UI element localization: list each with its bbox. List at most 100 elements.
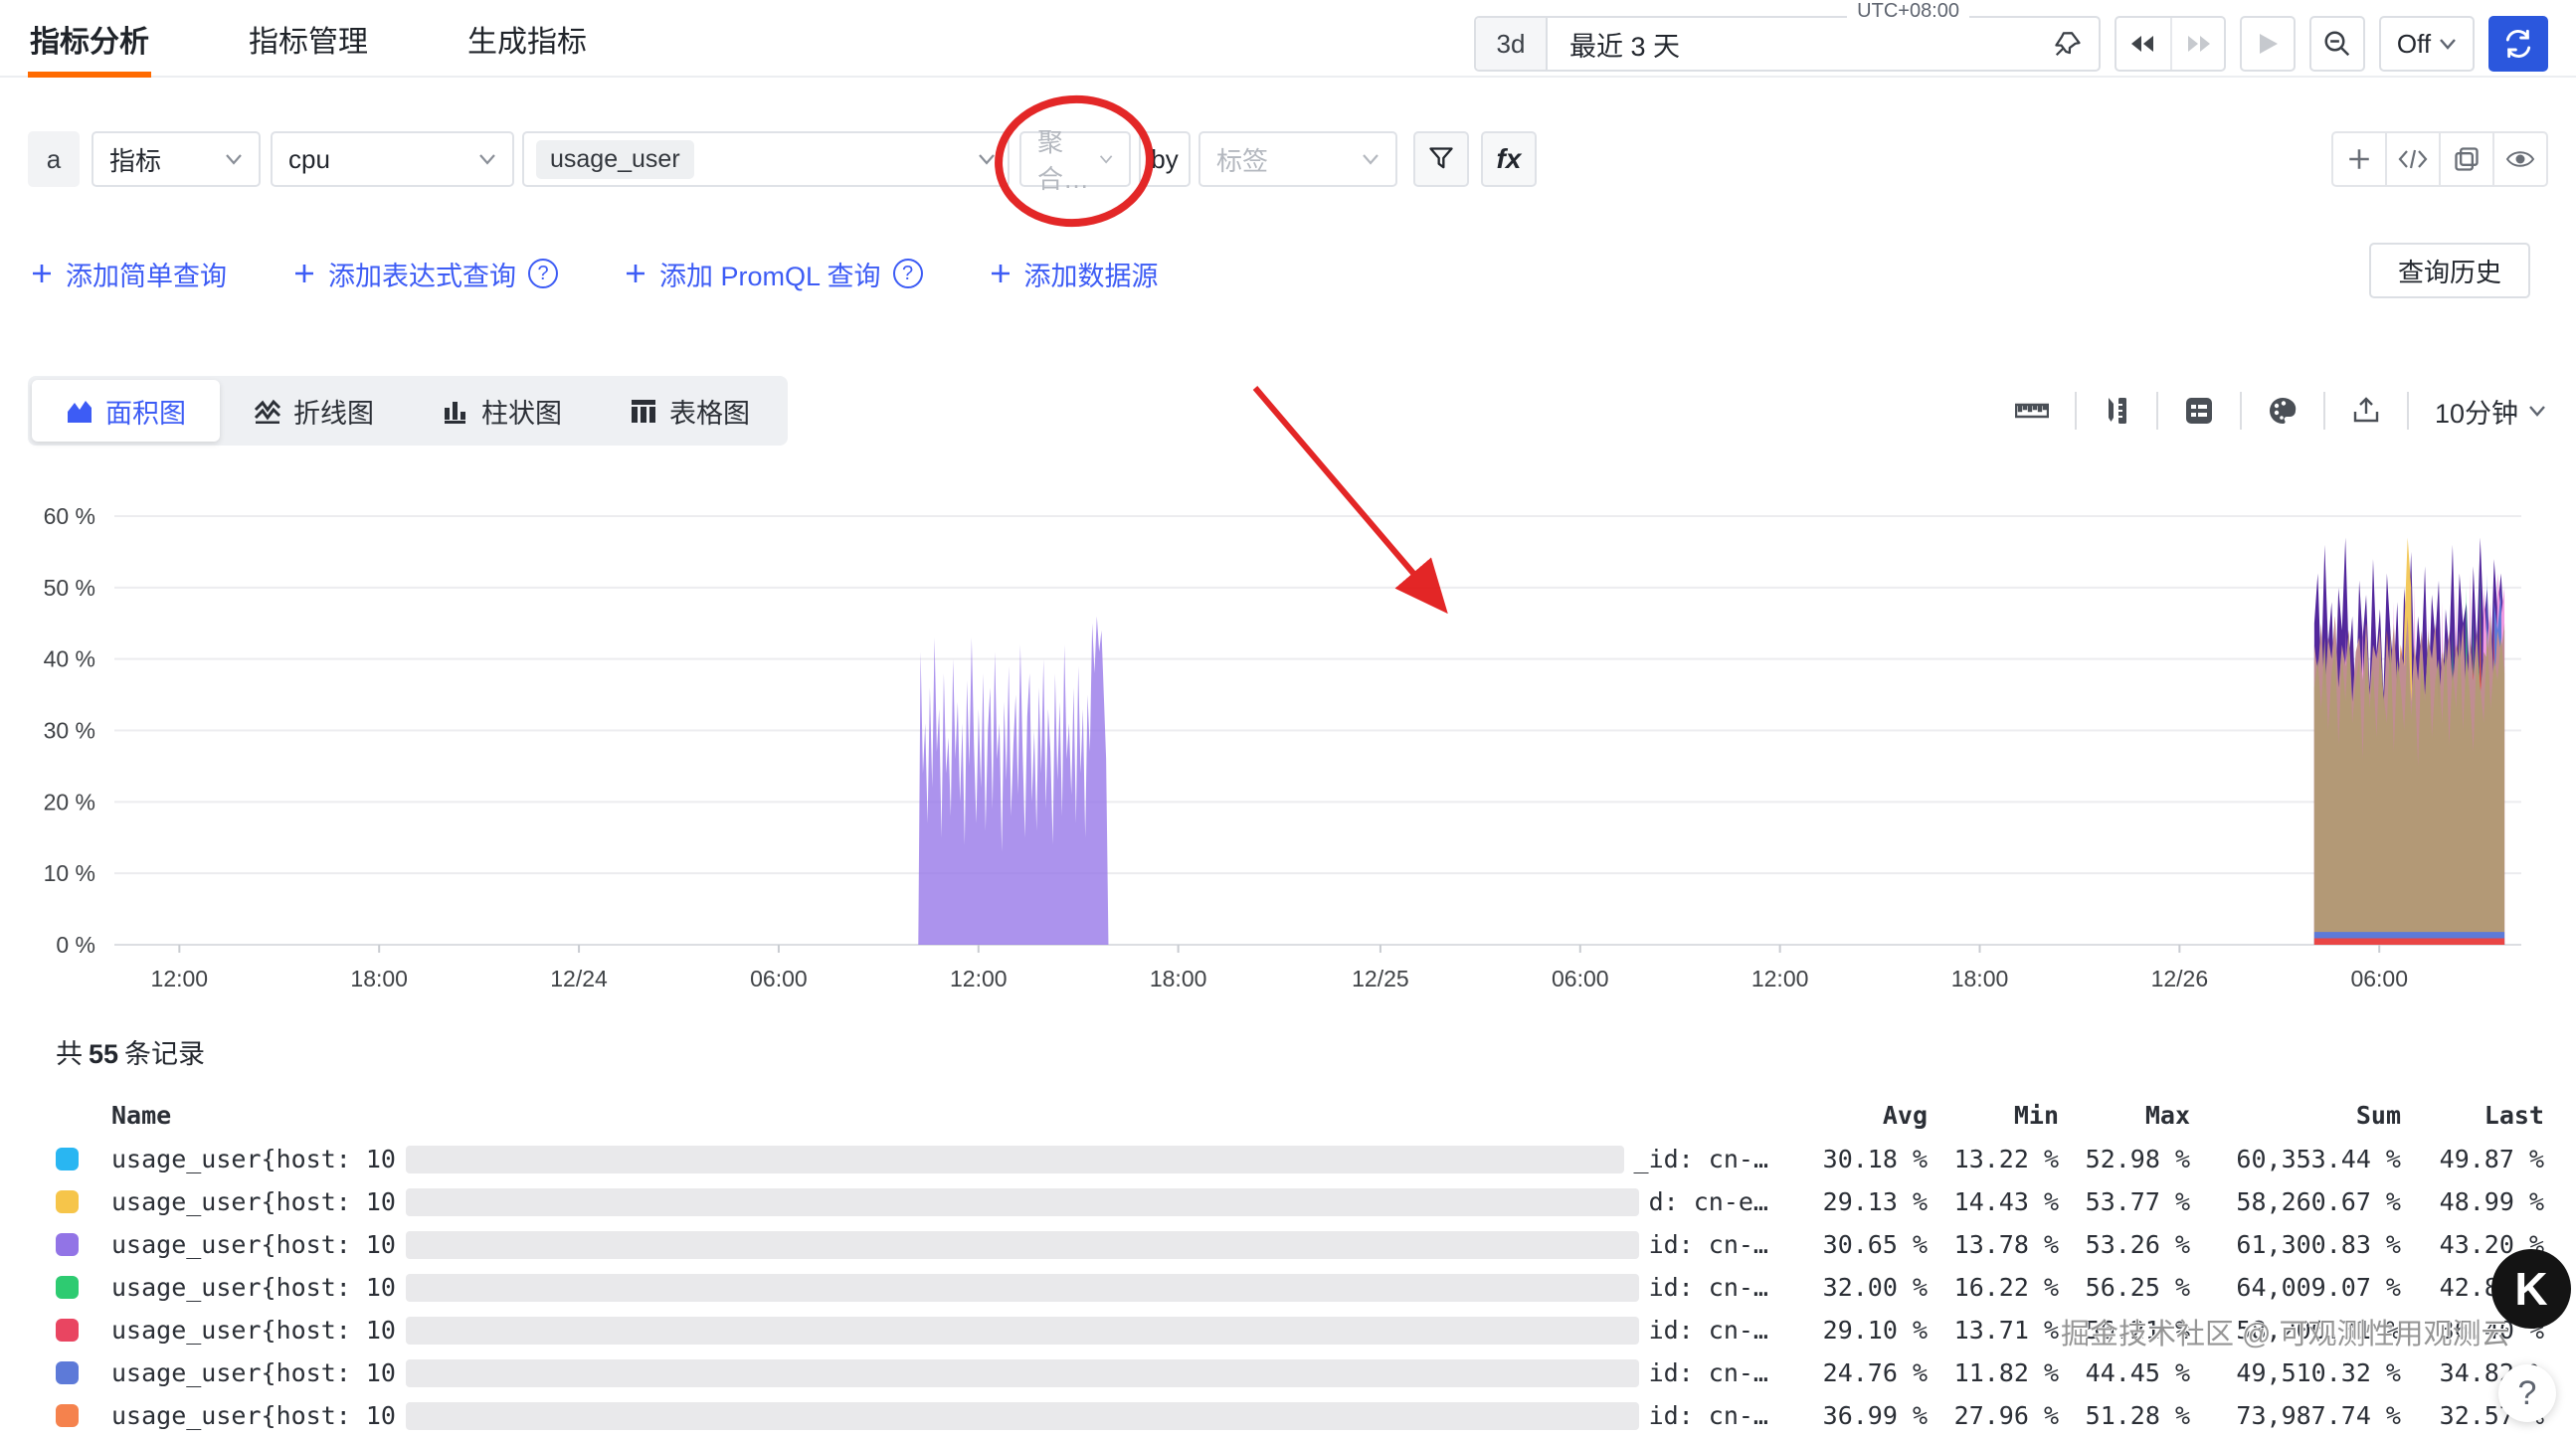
tab-area-chart[interactable]: 面积图	[32, 380, 220, 442]
sum-value: 73,987.74 %	[2190, 1401, 2401, 1430]
range-shorthand: 3d	[1476, 18, 1548, 70]
field-tag[interactable]: usage_user	[536, 140, 694, 179]
bar-chart-icon	[442, 398, 469, 424]
tab-table-chart[interactable]: 表格图	[596, 380, 784, 442]
timezone-label: UTC+08:00	[1847, 0, 1969, 23]
help-icon[interactable]: ?	[893, 259, 923, 288]
table-row[interactable]: usage_user{host: 10 d: cn-e… 29.13 % 14.…	[28, 1180, 2548, 1223]
step-forward-button[interactable]	[2170, 18, 2224, 70]
timeseries-area-chart[interactable]: 0 %10 %20 %30 %40 %50 %60 %12:0018:0012/…	[0, 452, 2576, 1009]
area-series[interactable]	[2314, 630, 2504, 945]
redacted-host-segment	[406, 1402, 1639, 1430]
min-value: 11.82 %	[1928, 1358, 2059, 1387]
add-simple-query-link[interactable]: 添加简单查询	[30, 255, 227, 293]
funnel-icon	[1427, 145, 1455, 173]
add-datasource-link[interactable]: 添加数据源	[989, 255, 1159, 293]
series-name-suffix: id: cn-…	[1649, 1273, 1768, 1302]
x-axis-tick: 12:00	[1751, 966, 1809, 991]
redacted-host-segment	[406, 1274, 1639, 1302]
add-promql-query-label: 添加 PromQL 查询	[659, 255, 881, 293]
aggregation-select[interactable]: 聚合…	[1019, 131, 1131, 187]
x-axis-tick: 12/26	[2151, 966, 2209, 991]
table-row[interactable]: usage_user{host: 10 id: cn-… 36.99 % 27.…	[28, 1394, 2548, 1437]
series-name: usage_user{host: 10 id: cn-…	[111, 1401, 1768, 1430]
palette-button[interactable]	[2268, 396, 2298, 426]
series-name-prefix: usage_user{host: 10	[111, 1230, 396, 1259]
series-name: usage_user{host: 10 id: cn-…	[111, 1230, 1768, 1259]
chevron-down-icon	[2528, 405, 2546, 417]
x-axis-tick: 12/24	[550, 966, 608, 991]
ruler-button[interactable]	[2015, 398, 2049, 424]
table-row[interactable]: usage_user{host: 10 id: cn-… 24.76 % 11.…	[28, 1351, 2548, 1394]
interval-value: 10分钟	[2435, 392, 2518, 431]
legend-list-icon	[2184, 396, 2214, 426]
series-color-swatch	[56, 1148, 79, 1170]
step-back-button[interactable]	[2116, 18, 2170, 70]
legend-table-button[interactable]	[2184, 396, 2214, 426]
tab-generate-metric[interactable]: 生成指标	[467, 0, 587, 78]
col-avg[interactable]: Avg	[1768, 1101, 1928, 1130]
col-sum[interactable]: Sum	[2190, 1101, 2401, 1130]
y-axis-tick: 40 %	[44, 646, 95, 672]
auto-refresh-select[interactable]: Off	[2379, 16, 2475, 72]
table-row[interactable]: usage_user{host: 10 id: cn-… 30.65 % 13.…	[28, 1223, 2548, 1266]
filter-button[interactable]	[1413, 131, 1469, 187]
min-value: 16.22 %	[1928, 1273, 2059, 1302]
pin-icon[interactable]	[2037, 18, 2099, 70]
col-max[interactable]: Max	[2059, 1101, 2190, 1130]
tab-metric-analysis[interactable]: 指标分析	[30, 0, 149, 78]
time-range-picker[interactable]: 3d 最近 3 天	[1474, 16, 2101, 72]
ruler-icon	[2015, 398, 2049, 424]
area-series[interactable]	[918, 617, 1108, 945]
series-name-prefix: usage_user{host: 10	[111, 1273, 396, 1302]
table-row[interactable]: usage_user{host: 10 _id: cn-… 30.18 % 13…	[28, 1138, 2548, 1180]
min-value: 13.22 %	[1928, 1145, 2059, 1173]
help-icon[interactable]: ?	[528, 259, 558, 288]
area-series[interactable]	[2314, 939, 2504, 945]
avg-value: 29.13 %	[1768, 1187, 1928, 1216]
pen-ruler-button[interactable]	[2103, 396, 2130, 426]
min-value: 14.43 %	[1928, 1187, 2059, 1216]
toggle-visibility-button[interactable]	[2492, 131, 2548, 187]
col-last[interactable]: Last	[2401, 1101, 2548, 1130]
x-axis-tick: 12:00	[950, 966, 1008, 991]
fx-button[interactable]: fx	[1481, 131, 1537, 187]
x-axis-tick: 06:00	[2350, 966, 2408, 991]
query-type-select[interactable]: 指标	[92, 131, 261, 187]
min-value: 27.96 %	[1928, 1401, 2059, 1430]
redacted-host-segment	[406, 1359, 1639, 1387]
tab-metric-management[interactable]: 指标管理	[249, 0, 368, 78]
refresh-button[interactable]	[2488, 16, 2548, 72]
last-value: 48.99 %	[2401, 1187, 2548, 1216]
chart-canvas[interactable]: 0 %10 %20 %30 %40 %50 %60 %12:0018:0012/…	[0, 452, 2576, 1009]
field-select[interactable]: usage_user	[522, 131, 1010, 187]
add-simple-query-label: 添加简单查询	[66, 255, 227, 293]
tab-bar-chart[interactable]: 柱状图	[408, 380, 596, 442]
duplicate-query-button[interactable]	[2439, 131, 2494, 187]
zoom-out-button[interactable]	[2309, 16, 2365, 72]
tab-line-chart[interactable]: 折线图	[220, 380, 408, 442]
eye-icon	[2505, 147, 2535, 171]
table-row[interactable]: usage_user{host: 10 id: cn-… 32.00 % 16.…	[28, 1266, 2548, 1309]
add-expression-query-label: 添加表达式查询	[328, 255, 516, 293]
add-promql-query-link[interactable]: 添加 PromQL 查询 ?	[624, 255, 923, 293]
min-value: 13.78 %	[1928, 1230, 2059, 1259]
redacted-host-segment	[406, 1188, 1639, 1216]
interval-select[interactable]: 10分钟	[2435, 392, 2546, 431]
col-name[interactable]: Name	[111, 1101, 1768, 1130]
records-count-line: 共55条记录	[56, 1032, 205, 1071]
add-expression-query-link[interactable]: 添加表达式查询 ?	[292, 255, 558, 293]
help-button[interactable]: ?	[2498, 1364, 2556, 1422]
redacted-host-segment	[406, 1146, 1624, 1173]
code-view-button[interactable]	[2385, 131, 2441, 187]
x-axis-tick: 12:00	[151, 966, 209, 991]
y-axis-tick: 10 %	[44, 860, 95, 886]
metric-select[interactable]: cpu	[271, 131, 514, 187]
play-button[interactable]	[2240, 16, 2296, 72]
add-query-button[interactable]	[2331, 131, 2387, 187]
plus-icon	[624, 262, 647, 285]
export-button[interactable]	[2351, 396, 2381, 426]
col-min[interactable]: Min	[1928, 1101, 2059, 1130]
group-by-tag-select[interactable]: 标签	[1198, 131, 1397, 187]
query-history-button[interactable]: 查询历史	[2369, 243, 2530, 298]
